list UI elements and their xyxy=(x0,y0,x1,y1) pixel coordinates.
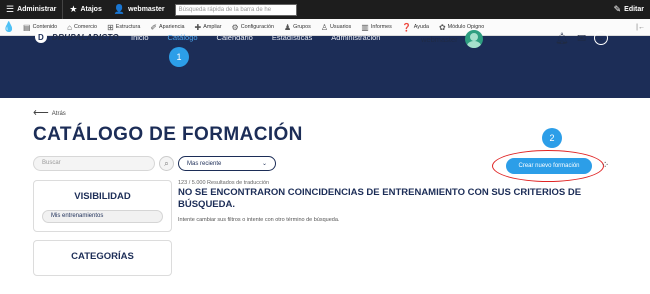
tray-tab-label: Contenido xyxy=(32,24,58,30)
create-training-button[interactable]: Crear nuevo formación xyxy=(506,158,592,174)
tray-tab-label: Comercio xyxy=(73,24,98,30)
admin-menu-label: Administrar xyxy=(17,6,57,13)
nav-item-inicio[interactable]: Inicio xyxy=(131,33,149,42)
tray-tab-label: Usuarios xyxy=(329,24,352,30)
avatar xyxy=(464,30,483,48)
chevron-down-icon[interactable]: ⌄ xyxy=(594,31,609,45)
group-icon: ♟ xyxy=(283,22,292,32)
visibility-filter: VISIBILIDAD Mis entrenamientos xyxy=(33,180,172,232)
file-icon: ▤ xyxy=(23,22,31,32)
nav-item-catalogo[interactable]: Catálogo xyxy=(168,33,198,42)
wrench-icon: ⚙ xyxy=(231,22,239,32)
user-menu-label: webmaster xyxy=(128,6,165,13)
header-actions: 🔔︎ ✉ ⌄ xyxy=(555,31,609,45)
tray-tab-label: Informes xyxy=(370,24,392,30)
no-results-hint: Intente cambiar sus filtros o intente co… xyxy=(178,217,340,223)
star-icon: ★ xyxy=(69,4,78,14)
page-title: CATÁLOGO DE FORMACIÓN xyxy=(33,124,303,145)
back-label: Atrás xyxy=(51,110,66,117)
username: webmaster xyxy=(421,34,458,44)
drupal-logo-icon[interactable]: 💧 xyxy=(0,19,18,36)
tray-tab-label: Apariencia xyxy=(159,24,185,30)
grid-view-icon[interactable]: ⁘ xyxy=(601,160,609,171)
user-profile[interactable]: webmaster xyxy=(421,30,483,48)
admin-toolbar: ☰ Administrar ★ Atajos 👤 webmaster Búsqu… xyxy=(0,0,650,19)
edit-button[interactable]: ✎ Editar xyxy=(608,0,650,19)
brand-name: DRUPALADICTO xyxy=(52,32,119,42)
search-icon[interactable]: ⌕ xyxy=(159,156,174,171)
site-header xyxy=(0,36,650,98)
user-menu-button[interactable]: 👤 webmaster xyxy=(108,0,171,19)
help-icon: ❓ xyxy=(401,22,412,32)
visibility-option[interactable]: Mis entrenamientos xyxy=(42,210,163,223)
admin-search-input[interactable]: Búsqueda rápida de la barra de he xyxy=(174,3,297,16)
brush-icon: ✐ xyxy=(150,22,158,32)
tray-orientation-toggle-icon[interactable]: |← xyxy=(636,24,650,31)
sort-value: Mas reciente xyxy=(187,160,222,167)
catalog-search-input[interactable]: Buscar xyxy=(33,156,155,171)
admin-menu-button[interactable]: ☰ Administrar xyxy=(0,0,64,19)
results-count: 123 / 5.000 Resultados de traducción xyxy=(178,180,270,186)
arrow-left-icon: ⟵ xyxy=(33,107,49,119)
main-nav: Inicio Catálogo Calendario Estadísticas … xyxy=(131,33,380,42)
back-link[interactable]: ⟵ Atrás xyxy=(33,107,66,119)
puzzle-icon: ✚ xyxy=(194,22,202,32)
nav-item-calendario[interactable]: Calendario xyxy=(217,33,253,42)
menu-icon: ☰ xyxy=(6,4,15,14)
nav-item-estadisticas[interactable]: Estadísticas xyxy=(272,33,312,42)
visibility-heading: VISIBILIDAD xyxy=(74,191,131,202)
chevron-down-icon: ⌄ xyxy=(261,161,267,167)
categories-heading[interactable]: CATEGORÍAS xyxy=(34,251,171,262)
drupal-drop-icon: D xyxy=(35,31,47,43)
bar-chart-icon: ▥ xyxy=(361,22,369,32)
step-marker-1: 1 xyxy=(169,47,189,67)
step-marker-2: 2 xyxy=(542,128,562,148)
bell-icon[interactable]: 🔔︎ xyxy=(555,31,569,45)
categories-filter: CATEGORÍAS xyxy=(33,240,172,276)
tray-tab-label: Estructura xyxy=(115,24,141,30)
tray-tab-label: Configuración xyxy=(240,24,274,30)
sort-select[interactable]: Mas reciente ⌄ xyxy=(178,156,276,171)
tray-tab-label: Grupos xyxy=(293,24,311,30)
pencil-icon: ✎ xyxy=(613,4,622,14)
shortcuts-label: Atajos xyxy=(80,6,102,13)
users-icon: ♙ xyxy=(320,22,328,32)
shortcuts-button[interactable]: ★ Atajos xyxy=(63,0,107,19)
no-results-message: NO SE ENCONTRARON COINCIDENCIAS DE ENTRE… xyxy=(178,187,582,210)
nav-item-administracion[interactable]: Administración xyxy=(331,33,380,42)
edit-label: Editar xyxy=(624,6,644,13)
user-icon: 👤 xyxy=(113,4,126,14)
mail-icon[interactable]: ✉ xyxy=(577,31,586,45)
site-logo[interactable]: D DRUPALADICTO xyxy=(35,31,119,43)
tray-tab-label: Ampliar xyxy=(203,24,222,30)
